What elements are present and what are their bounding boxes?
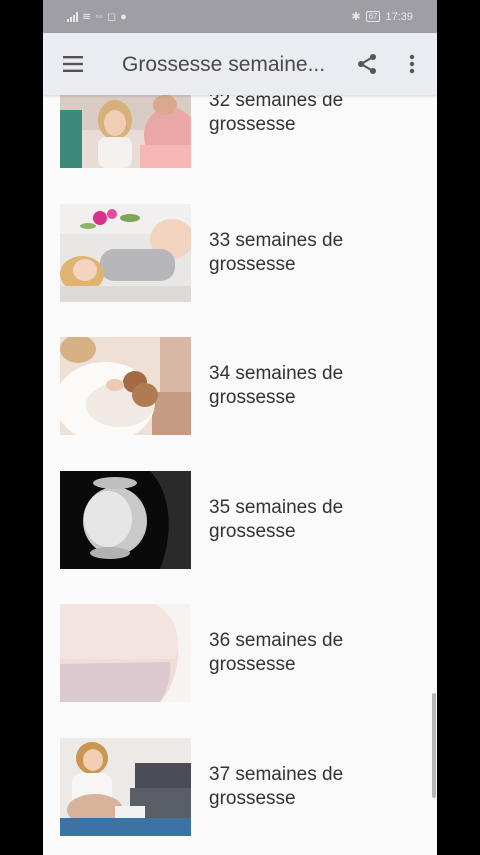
belly-profile-photo (60, 604, 191, 702)
item-label-line1: 33 semaines de (209, 230, 344, 251)
status-bar-right: ✱ 67 17:39 (351, 10, 413, 24)
item-label: 32 semaines de grossesse (209, 95, 419, 137)
item-label: 33 semaines de grossesse (209, 229, 419, 277)
item-label-line2: grossesse (209, 387, 296, 408)
list-item[interactable]: 37 semaines de grossesse (43, 738, 437, 848)
more-vert-icon[interactable] (403, 52, 421, 76)
app-bar: Grossesse semaine... (43, 33, 437, 95)
belly-with-teddy-bear-photo (60, 337, 191, 435)
item-label: 36 semaines de grossesse (209, 629, 419, 677)
pregnant-woman-lying-photo (60, 204, 191, 302)
item-label: 37 semaines de grossesse (209, 763, 419, 811)
item-label: 34 semaines de grossesse (209, 362, 419, 410)
phone-screen: ≋ ◦◦ ◻ ● ✱ 67 17:39 Grossesse semaine... (43, 0, 437, 855)
item-label-line2: grossesse (209, 654, 296, 675)
black-and-white-belly-photo (60, 471, 191, 569)
facebook-icon: ● (120, 10, 127, 23)
list-item[interactable]: 32 semaines de grossesse (43, 95, 437, 199)
status-bar-left-icons: ≋ ◦◦ ◻ ● (67, 10, 127, 23)
instagram-icon: ◻ (107, 11, 117, 23)
list-item[interactable]: 33 semaines de grossesse (43, 204, 437, 314)
voicemail-icon: ◦◦ (95, 10, 104, 23)
week-list: 32 semaines de grossesse 33 semaines de … (43, 95, 437, 855)
bluetooth-icon: ✱ (351, 11, 361, 23)
item-label-line1: 34 semaines de (209, 363, 344, 384)
item-label: 35 semaines de grossesse (209, 496, 419, 544)
list-item[interactable]: 35 semaines de grossesse (43, 471, 437, 581)
battery-indicator: 67 (365, 11, 381, 22)
item-label-line1: 35 semaines de (209, 497, 344, 518)
item-label-line2: grossesse (209, 254, 296, 275)
hamburger-menu-icon[interactable] (61, 52, 85, 76)
item-label-line1: 37 semaines de (209, 764, 344, 785)
item-label-line1: 36 semaines de (209, 630, 344, 651)
signal-icon (67, 11, 78, 22)
item-label-line2: grossesse (209, 788, 296, 809)
list-item[interactable]: 36 semaines de grossesse (43, 604, 437, 714)
item-label-line1: 32 semaines de (209, 95, 344, 111)
status-bar: ≋ ◦◦ ◻ ● ✱ 67 17:39 (43, 0, 437, 33)
item-label-line2: grossesse (209, 114, 296, 135)
pregnant-woman-sitting-photo (60, 738, 191, 836)
scrollbar[interactable] (432, 693, 436, 798)
item-label-line2: grossesse (209, 521, 296, 542)
list-item[interactable]: 34 semaines de grossesse (43, 337, 437, 447)
clock: 17:39 (385, 10, 413, 23)
wifi-icon: ≋ (82, 11, 92, 23)
mother-and-child-photo (60, 95, 191, 168)
share-icon[interactable] (355, 52, 379, 76)
app-title: Grossesse semaine... (122, 53, 326, 76)
